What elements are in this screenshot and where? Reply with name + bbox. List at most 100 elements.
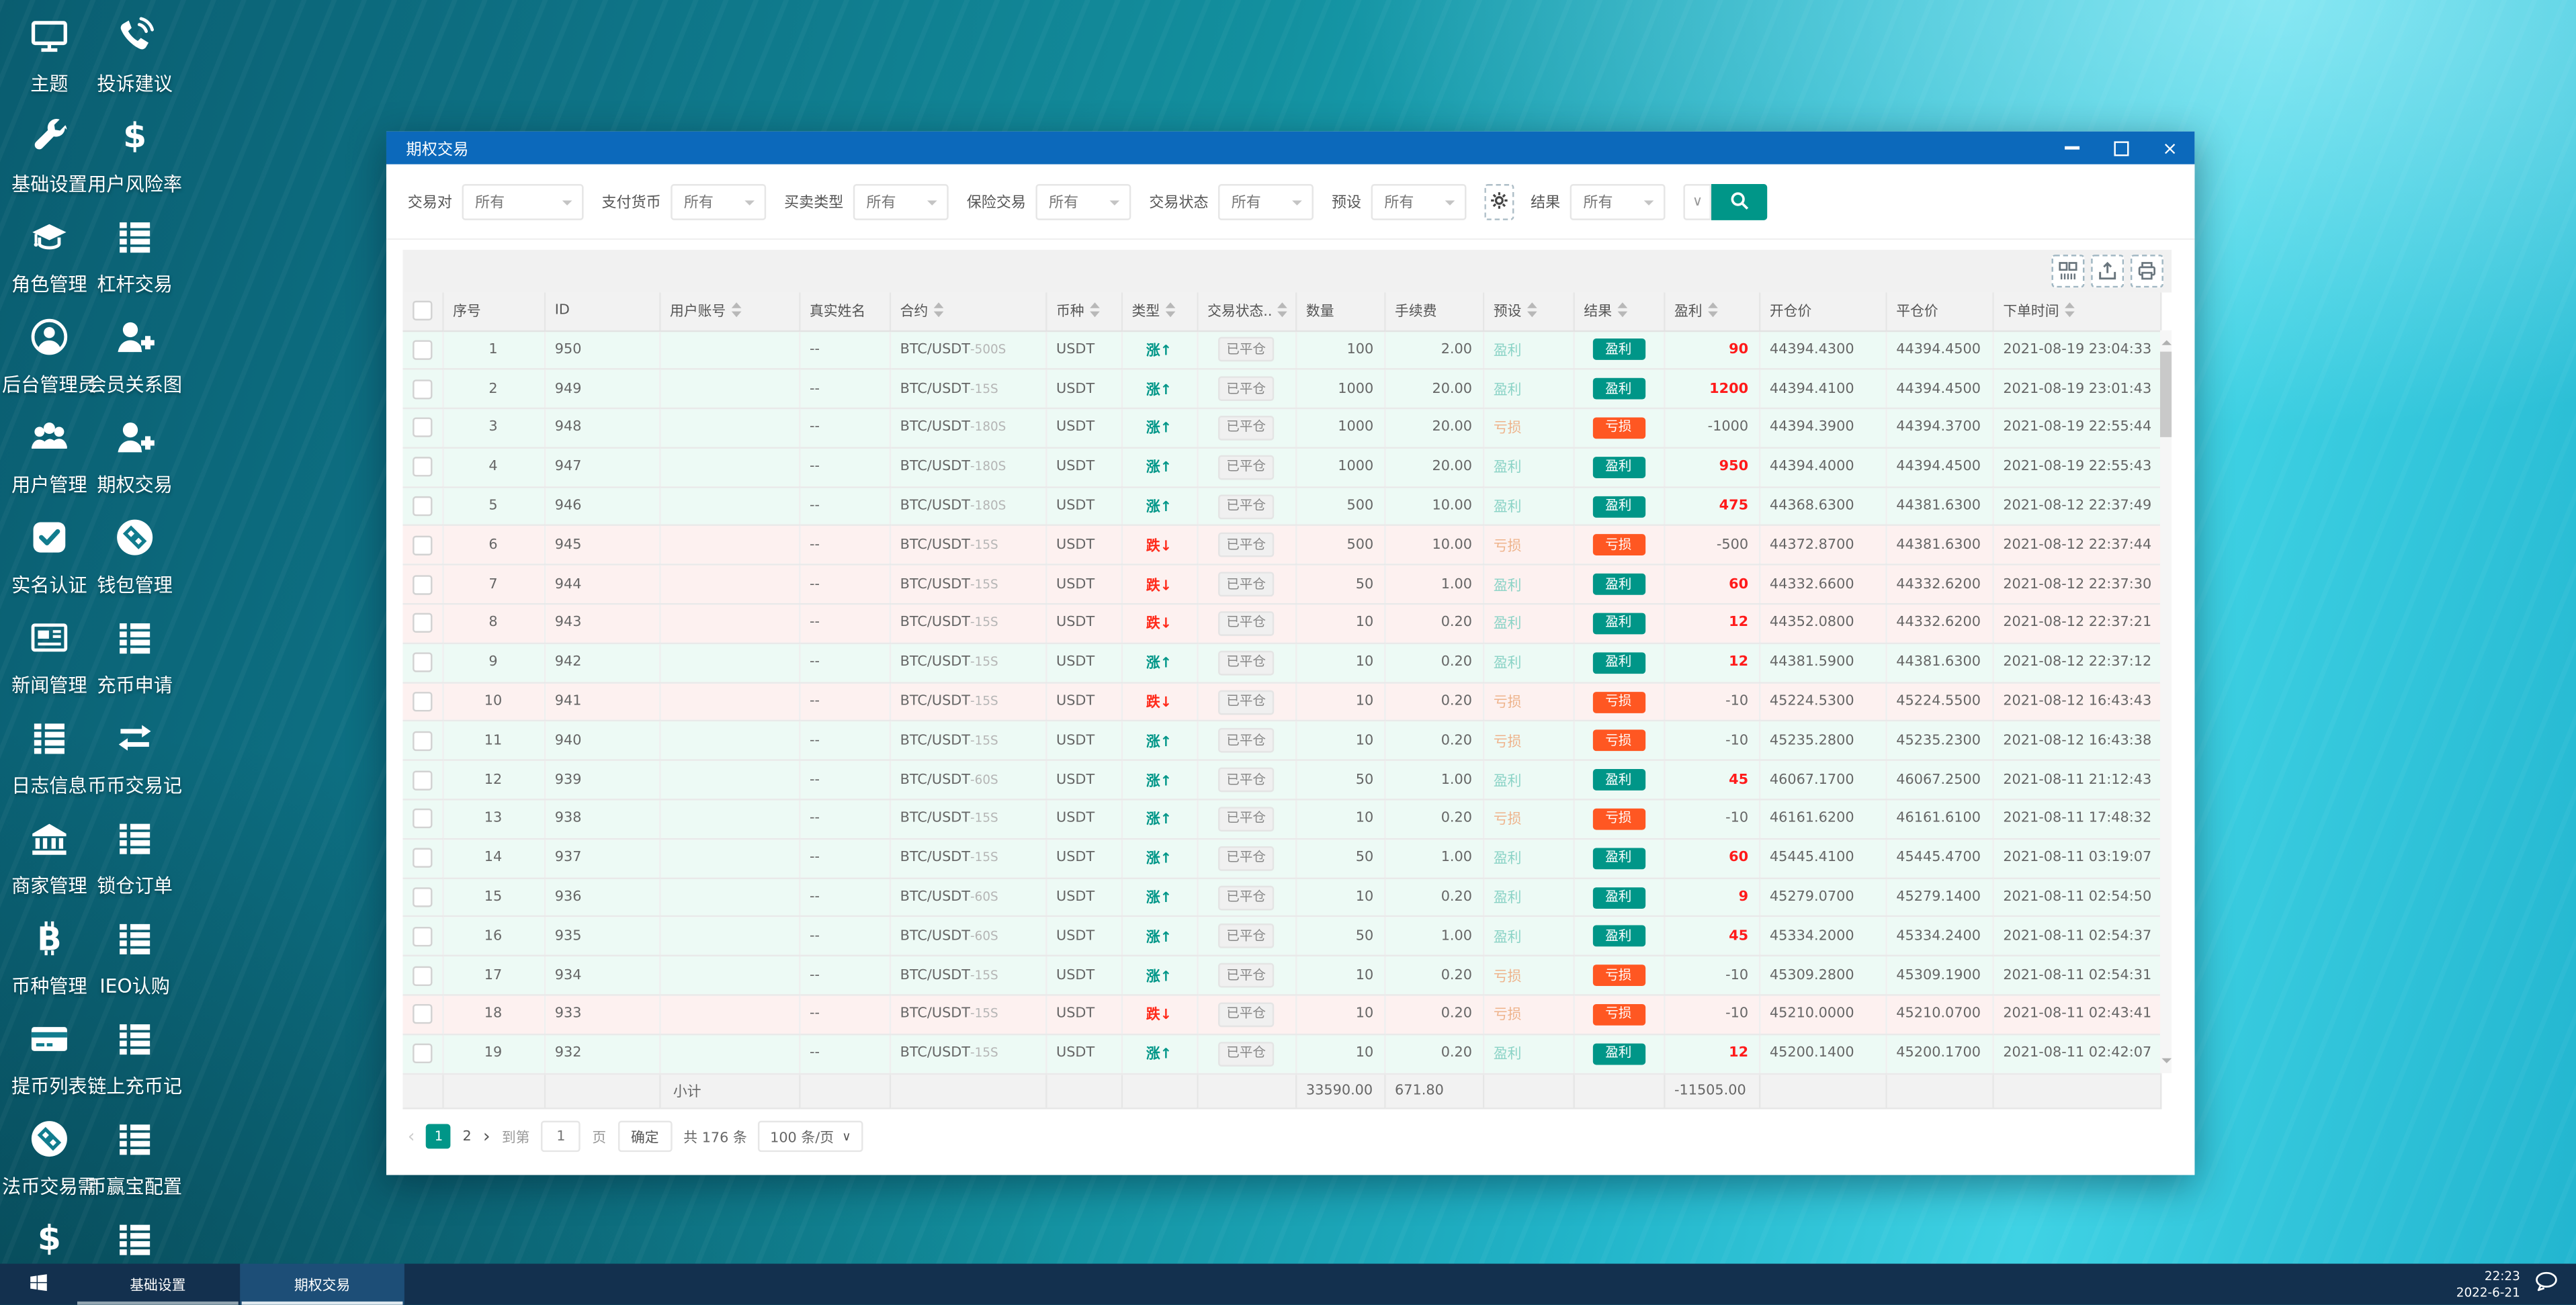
row-checkbox[interactable]: [413, 848, 433, 868]
shortcut-grad-cap[interactable]: 角色管理: [7, 200, 92, 300]
sort-icon[interactable]: [1703, 302, 1717, 320]
filter-select[interactable]: 所有: [1371, 183, 1467, 220]
row-checkbox[interactable]: [413, 457, 433, 478]
maximize-button[interactable]: [2096, 132, 2145, 165]
header-8-sortable[interactable]: 交易状态..: [1197, 292, 1297, 332]
result-select[interactable]: 所有: [1570, 183, 1666, 220]
row-checkbox[interactable]: [413, 1005, 433, 1025]
chat-bubble-icon[interactable]: [2533, 1269, 2559, 1300]
page-2-button[interactable]: 2: [463, 1128, 472, 1144]
scroll-down-arrow-icon[interactable]: [2161, 1058, 2171, 1069]
header-6-sortable[interactable]: 币种: [1045, 292, 1122, 332]
shortcut-chain-circle[interactable]: 法币交易需: [2, 1103, 97, 1203]
row-checkbox[interactable]: [413, 652, 433, 673]
cell-type: 涨↑: [1121, 408, 1198, 449]
taskbar-task[interactable]: 基础设置: [76, 1264, 241, 1305]
page-1-button[interactable]: 1: [426, 1124, 452, 1149]
shortcut-user-plus[interactable]: 期权交易: [92, 401, 177, 501]
cell-order-time: 2021-08-12 22:37:49: [1992, 486, 2161, 527]
header-11-sortable[interactable]: 预设: [1482, 292, 1574, 332]
cell-index: 16: [442, 917, 546, 957]
shortcut-swap[interactable]: 币币交易记: [87, 702, 182, 802]
shortcut-user-plus[interactable]: 会员关系图: [87, 301, 182, 401]
shortcut-list[interactable]: 币赢宝配置: [87, 1103, 182, 1203]
shortcut-card[interactable]: 提币列表: [7, 1002, 92, 1102]
shortcut-phone[interactable]: 投诉建议: [92, 0, 177, 100]
sort-icon[interactable]: [928, 302, 943, 320]
shortcut-list[interactable]: 锁仓订单: [92, 802, 177, 902]
prev-page-button[interactable]: ‹: [408, 1126, 415, 1147]
expand-filters-button[interactable]: ∨: [1683, 183, 1712, 220]
print-button[interactable]: [2130, 255, 2163, 288]
sort-icon[interactable]: [1084, 302, 1099, 320]
row-checkbox[interactable]: [413, 770, 433, 791]
shortcut-chain-circle[interactable]: 钱包管理: [92, 501, 177, 601]
result-badge: 亏损: [1592, 1003, 1645, 1026]
search-button[interactable]: [1711, 183, 1768, 220]
row-checkbox[interactable]: [413, 574, 433, 594]
shortcut-bank[interactable]: 商家管理: [7, 802, 92, 902]
shortcut-list[interactable]: 杠杆交易: [92, 200, 177, 300]
row-checkbox[interactable]: [413, 887, 433, 907]
shortcut-list[interactable]: 充币申请: [92, 601, 177, 701]
header-7-sortable[interactable]: 类型: [1121, 292, 1198, 332]
filter-select[interactable]: 所有: [462, 183, 584, 220]
header-5-sortable[interactable]: 合约: [889, 292, 1047, 332]
row-checkbox[interactable]: [413, 1044, 433, 1064]
shortcut-list[interactable]: IEO认购: [92, 902, 177, 1002]
header-3-sortable[interactable]: 用户账号: [659, 292, 800, 332]
sort-icon[interactable]: [1160, 302, 1175, 320]
row-checkbox[interactable]: [413, 965, 433, 986]
shortcut-wrench[interactable]: 基础设置: [7, 100, 92, 200]
filter-select[interactable]: 所有: [1218, 183, 1314, 220]
shortcut-list[interactable]: 日志信息: [7, 702, 92, 802]
row-checkbox[interactable]: [413, 418, 433, 439]
shortcut-users[interactable]: 用户管理: [7, 401, 92, 501]
confirm-button[interactable]: 确定: [617, 1121, 673, 1153]
sort-icon[interactable]: [2059, 302, 2074, 320]
row-checkbox[interactable]: [413, 731, 433, 751]
minimize-button[interactable]: [2047, 132, 2096, 165]
columns-button[interactable]: [2051, 255, 2085, 288]
sort-icon[interactable]: [1612, 302, 1627, 320]
select-all-checkbox[interactable]: [413, 301, 433, 321]
shortcut-user-circle[interactable]: 后台管理员: [2, 301, 97, 401]
next-page-button[interactable]: ›: [483, 1126, 490, 1147]
filter-select[interactable]: 所有: [1035, 183, 1131, 220]
row-checkbox[interactable]: [413, 692, 433, 712]
start-button[interactable]: [0, 1264, 76, 1305]
header-16-sortable[interactable]: 下单时间: [1992, 292, 2161, 332]
taskbar-task[interactable]: 期权交易: [240, 1263, 404, 1305]
shortcut-dollar[interactable]: $ 用户风险率: [87, 100, 182, 200]
sort-icon[interactable]: [726, 302, 741, 320]
phone-icon: [114, 15, 157, 64]
row-checkbox[interactable]: [413, 379, 433, 399]
export-button[interactable]: [2091, 255, 2124, 288]
row-checkbox[interactable]: [413, 340, 433, 360]
shortcut-newspaper[interactable]: 新闻管理: [7, 601, 92, 701]
row-checkbox[interactable]: [413, 535, 433, 555]
header-13-sortable[interactable]: 盈利: [1664, 292, 1760, 332]
filter-select[interactable]: 所有: [671, 183, 767, 220]
header-12-sortable[interactable]: 结果: [1573, 292, 1665, 332]
scroll-up-arrow-icon[interactable]: [2161, 335, 2171, 345]
shortcut-bitcoin[interactable]: B 币种管理: [7, 902, 92, 1002]
row-checkbox[interactable]: [413, 809, 433, 829]
taskbar-clock[interactable]: 22:23 2022-6-21: [2456, 1269, 2520, 1300]
shortcut-list[interactable]: 链上充币记: [87, 1002, 182, 1102]
filter-select[interactable]: 所有: [853, 183, 949, 220]
preset-settings-button[interactable]: [1484, 183, 1514, 220]
row-checkbox[interactable]: [413, 496, 433, 516]
subtotal-cell: [1992, 1073, 2161, 1109]
sort-icon[interactable]: [1273, 302, 1287, 320]
close-button[interactable]: ×: [2145, 132, 2194, 165]
scrollbar-thumb[interactable]: [2159, 351, 2172, 437]
row-checkbox[interactable]: [413, 926, 433, 946]
sort-icon[interactable]: [1521, 302, 1537, 320]
goto-page-input[interactable]: 1: [541, 1121, 581, 1153]
shortcut-check-square[interactable]: 实名认证: [7, 501, 92, 601]
table-scrollbar[interactable]: [2159, 330, 2172, 1073]
page-size-select[interactable]: 100 条/页 ∨: [758, 1121, 863, 1153]
shortcut-monitor[interactable]: 主题: [7, 0, 92, 100]
row-checkbox[interactable]: [413, 613, 433, 634]
